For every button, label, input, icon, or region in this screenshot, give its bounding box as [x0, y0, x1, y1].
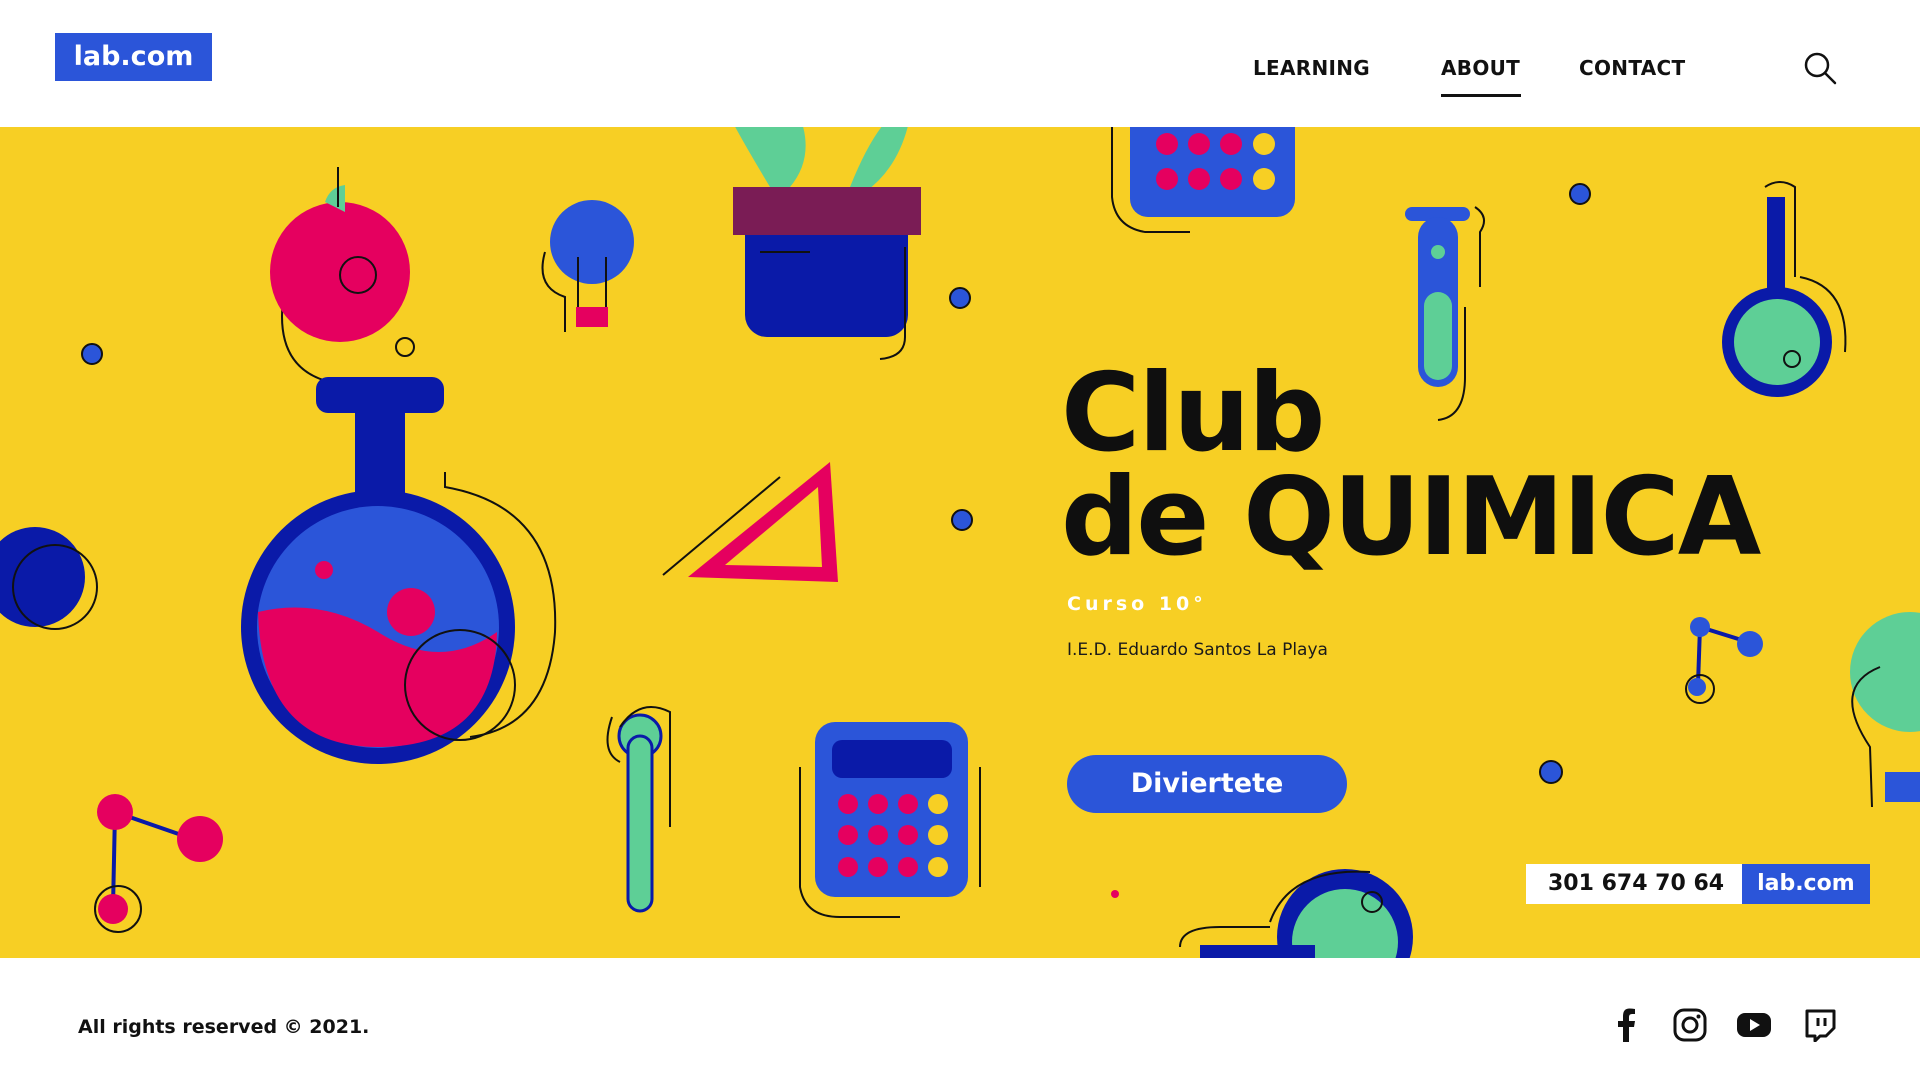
youtube-icon[interactable]	[1737, 1008, 1771, 1042]
hero-banner: Club de QUIMICA Curso 10° I.E.D. Eduardo…	[0, 127, 1920, 958]
nav-about[interactable]: ABOUT	[1441, 56, 1520, 80]
facebook-icon[interactable]	[1610, 1008, 1644, 1042]
hero-title: Club de QUIMICA	[1061, 351, 1761, 580]
twitch-icon[interactable]	[1803, 1008, 1837, 1043]
nav-active-underline	[1441, 94, 1521, 97]
thermometer-icon	[606, 706, 671, 913]
set-square-icon	[662, 462, 838, 582]
logo[interactable]: lab.com	[55, 33, 212, 81]
site-link[interactable]: lab.com	[1742, 864, 1870, 904]
instagram-icon[interactable]	[1673, 1008, 1707, 1042]
molecule-right-icon	[1685, 617, 1763, 704]
course-label: Curso 10°	[1067, 593, 1207, 615]
school-name: I.E.D. Eduardo Santos La Playa	[1067, 640, 1328, 660]
apple-icon	[270, 167, 415, 383]
phone-number[interactable]: 301 674 70 64	[1526, 864, 1743, 904]
lightbulb-icon	[541, 200, 634, 332]
molecule-icon	[94, 794, 223, 933]
site-footer: All rights reserved © 2021.	[0, 958, 1920, 1080]
hero-title-line2: de QUIMICA	[1061, 455, 1761, 580]
nav-contact[interactable]: CONTACT	[1579, 56, 1685, 80]
copyright-text: All rights reserved © 2021.	[78, 1016, 370, 1038]
plant-pot-icon	[733, 127, 921, 360]
hero-title-line1: Club	[1061, 351, 1325, 476]
calculator-top-icon	[1111, 127, 1295, 233]
contact-badge: 301 674 70 64 lab.com	[1526, 864, 1870, 904]
search-icon[interactable]	[1802, 50, 1838, 86]
right-bulb-icon	[1850, 612, 1920, 808]
nav-learning[interactable]: LEARNING	[1253, 56, 1370, 80]
diviertete-button[interactable]: Diviertete	[1067, 755, 1347, 813]
site-header: lab.com LEARNING ABOUT CONTACT	[0, 0, 1920, 127]
calculator-icon	[799, 722, 981, 918]
round-flask-icon	[241, 377, 557, 764]
bottom-flask-icon	[1179, 869, 1413, 958]
